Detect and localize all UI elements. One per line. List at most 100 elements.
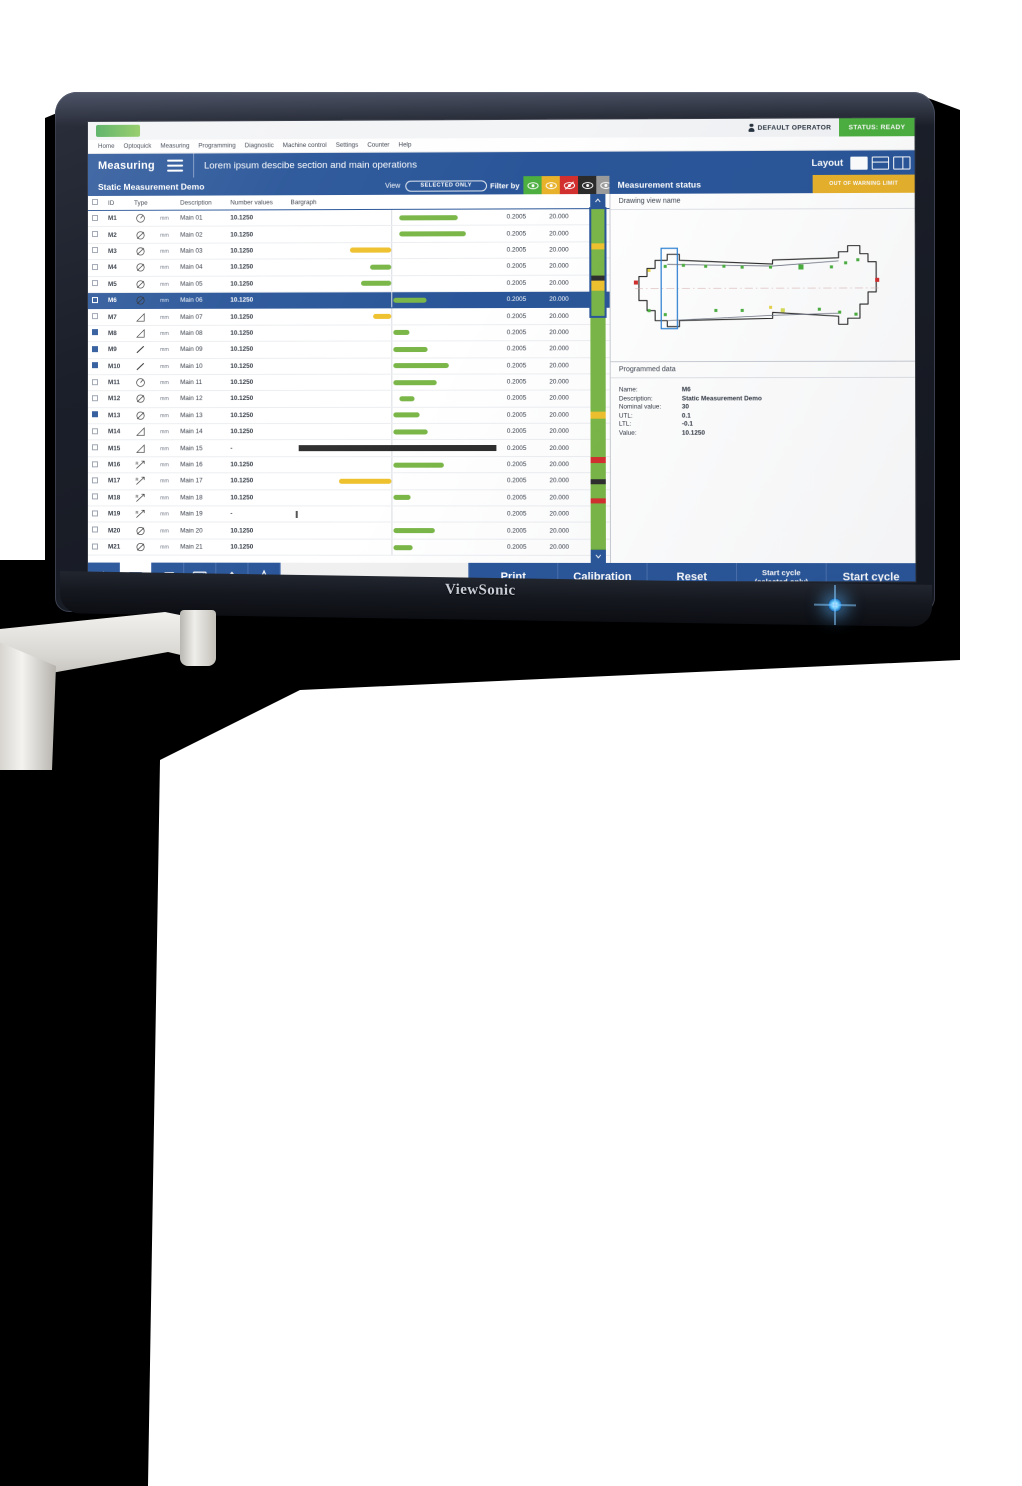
row-checkbox[interactable]	[91, 444, 98, 451]
row-select-cell[interactable]	[87, 423, 104, 441]
row-select-cell[interactable]	[87, 456, 104, 474]
row-checkbox[interactable]	[91, 263, 98, 270]
menu-item-optoquick[interactable]: Optoquick	[124, 143, 161, 150]
table-row[interactable]: M14 mm Main 14 10.1250 0.2005 20.000	[87, 423, 610, 441]
row-type-icon	[130, 341, 157, 359]
hamburger-icon[interactable]	[166, 159, 183, 172]
table-row[interactable]: M15 mm Main 15- 0.2005 20.000	[87, 439, 610, 457]
table-row[interactable]: M13 mm Main 13 10.1250 0.2005 20.000	[87, 406, 610, 424]
table-row[interactable]: M17 Rmm Main 17 10.1250 0.2005 20.000	[87, 472, 610, 490]
row-checkbox[interactable]	[91, 362, 98, 369]
row-select-cell[interactable]	[87, 259, 104, 277]
row-checkbox[interactable]	[91, 313, 98, 320]
start-cycle-button[interactable]: Start cycle	[825, 563, 916, 582]
row-select-cell[interactable]	[87, 538, 104, 556]
row-select-cell[interactable]	[87, 308, 104, 326]
header-type[interactable]: Type	[130, 195, 177, 211]
row-checkbox[interactable]	[91, 345, 98, 352]
reset-button[interactable]: Reset	[646, 562, 737, 582]
layout-single-button[interactable]	[850, 156, 868, 170]
header-bargraph[interactable]: Bargraph	[286, 194, 495, 210]
table-row[interactable]: M20 mm Main 20 10.1250 0.2005 20.000	[87, 522, 610, 540]
table-row[interactable]: M1 mm Main 01 10.1250 0.2005 20.000	[87, 208, 610, 227]
table-row[interactable]: M12 mm Main 12 10.1250 0.2005 20.000	[87, 390, 610, 408]
scroll-down-button[interactable]	[590, 549, 606, 563]
row-checkbox[interactable]	[91, 231, 98, 238]
row-checkbox[interactable]	[91, 378, 98, 385]
menu-item-home[interactable]: Home	[98, 143, 124, 150]
operator-chip[interactable]: DEFAULT OPERATOR	[740, 118, 839, 137]
table-row[interactable]: M16 Rmm Main 16 10.1250 0.2005 20.000	[87, 456, 610, 474]
row-checkbox[interactable]	[91, 411, 98, 418]
row-checkbox[interactable]	[91, 395, 98, 402]
table-row[interactable]: M2 mm Main 02 10.1250 0.2005 20.000	[87, 225, 610, 244]
row-select-cell[interactable]	[87, 292, 104, 309]
table-row[interactable]: M9 mm Main 09 10.1250 0.2005 20.000	[87, 340, 610, 359]
row-select-cell[interactable]	[87, 374, 104, 392]
table-row[interactable]: M6 mm Main 06 10.1250 0.2005 20.000	[87, 291, 610, 309]
row-select-cell[interactable]	[87, 358, 104, 375]
table-row[interactable]: M19 Rmm Main 19- 0.2005 20.000	[87, 505, 610, 523]
row-select-cell[interactable]	[87, 440, 104, 457]
menu-item-programming[interactable]: Programming	[198, 142, 244, 149]
row-checkbox[interactable]	[91, 477, 98, 484]
table-row[interactable]: M21 mm Main 21 10.1250 0.2005 20.000	[87, 538, 610, 556]
row-checkbox[interactable]	[91, 460, 98, 467]
drawing-view[interactable]	[611, 209, 916, 361]
row-checkbox[interactable]	[91, 214, 98, 221]
table-row[interactable]: M5 mm Main 05 10.1250 0.2005 20.000	[87, 274, 610, 293]
header-id[interactable]: ID	[103, 195, 131, 211]
layout-vertical-split-button[interactable]	[893, 155, 911, 170]
filter-eye-dark-icon[interactable]	[578, 175, 597, 195]
status-scroll-strip[interactable]	[589, 193, 607, 563]
row-checkbox[interactable]	[91, 247, 98, 254]
filter-eye-green-icon[interactable]	[523, 176, 542, 195]
row-tolerance-high: 20.000	[534, 291, 580, 308]
scroll-thumb[interactable]	[589, 207, 607, 318]
row-select-cell[interactable]	[87, 243, 104, 260]
row-checkbox[interactable]	[91, 526, 98, 533]
table-row[interactable]: M8 mm Main 08 10.1250 0.2005 20.000	[87, 324, 610, 342]
row-checkbox[interactable]	[91, 329, 98, 336]
row-checkbox[interactable]	[91, 510, 98, 517]
row-select-cell[interactable]	[87, 522, 104, 539]
table-row[interactable]: M7 mm Main 07 10.1250 0.2005 20.000	[87, 307, 610, 326]
row-select-cell[interactable]	[87, 407, 104, 424]
table-row[interactable]: M10 mm Main 10 10.1250 0.2005 20.000	[87, 357, 610, 375]
menu-item-settings[interactable]: Settings	[336, 142, 368, 149]
row-select-cell[interactable]	[87, 276, 104, 293]
view-selected-only-toggle[interactable]: SELECTED ONLY	[405, 179, 487, 192]
header-number-values[interactable]: Number values	[226, 195, 287, 211]
menu-item-counter[interactable]: Counter	[367, 142, 398, 149]
row-select-cell[interactable]	[87, 325, 104, 342]
row-select-cell[interactable]	[87, 489, 104, 506]
row-select-cell[interactable]	[87, 473, 104, 490]
row-checkbox[interactable]	[91, 296, 98, 303]
filter-eye-slash-red-icon[interactable]	[560, 175, 579, 195]
row-checkbox[interactable]	[91, 428, 98, 435]
scroll-up-button[interactable]	[590, 193, 606, 208]
start-cycle-selected-button[interactable]: Start cycle (selected only)	[735, 563, 826, 582]
select-all-header[interactable]	[87, 195, 104, 211]
row-checkbox[interactable]	[91, 280, 98, 287]
row-bargraph	[286, 522, 495, 539]
row-select-cell[interactable]	[87, 505, 104, 523]
table-row[interactable]: M3 mm Main 03 10.1250 0.2005 20.000	[87, 241, 610, 260]
row-select-cell[interactable]	[87, 226, 104, 244]
filter-eye-yellow-icon[interactable]	[541, 176, 561, 195]
menu-item-machine-control[interactable]: Machine control	[283, 142, 336, 149]
row-checkbox[interactable]	[91, 543, 98, 550]
row-checkbox[interactable]	[91, 493, 98, 500]
layout-horizontal-split-button[interactable]	[871, 155, 890, 170]
row-select-cell[interactable]	[87, 341, 104, 359]
table-row[interactable]: M4 mm Main 04 10.1250 0.2005 20.000	[87, 258, 610, 277]
table-row[interactable]: M18 Rmm Main 18 10.1250 0.2005 20.000	[87, 489, 610, 506]
menu-item-measuring[interactable]: Measuring	[160, 142, 198, 150]
row-select-cell[interactable]	[87, 210, 104, 227]
menu-item-diagnostic[interactable]: Diagnostic	[245, 142, 283, 149]
header-description[interactable]: Description	[176, 195, 227, 211]
menu-item-help[interactable]: Help	[399, 141, 421, 149]
row-select-cell[interactable]	[87, 390, 104, 408]
table-row[interactable]: M11 mm Main 11 10.1250 0.2005 20.000	[87, 373, 610, 392]
select-all-checkbox[interactable]	[91, 198, 98, 206]
